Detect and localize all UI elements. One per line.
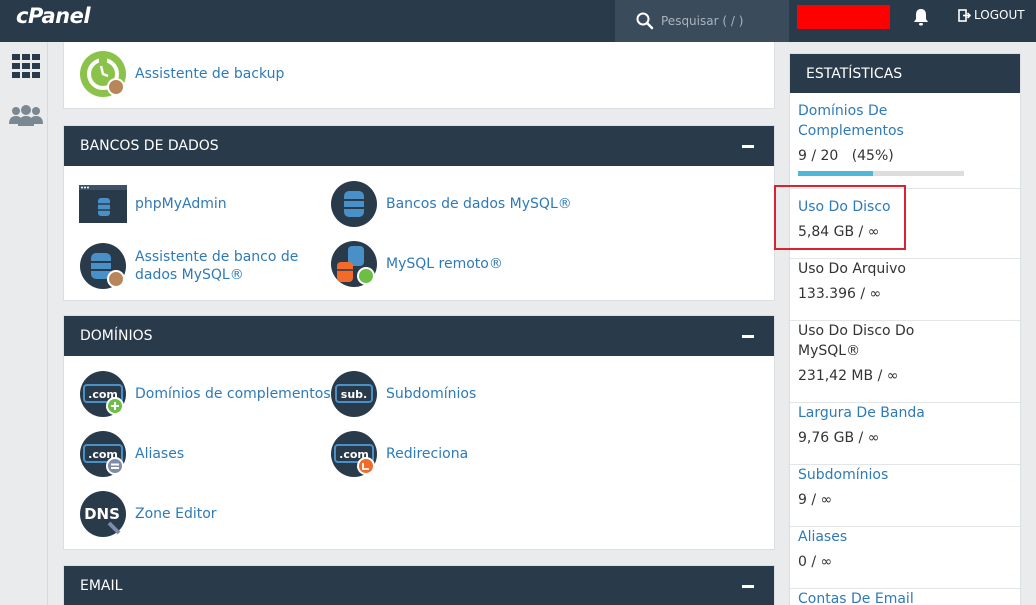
cpanel-logo[interactable]: cPanel <box>16 4 91 28</box>
stat-progress-bar <box>798 171 964 176</box>
aliases-icon: .com <box>80 431 126 477</box>
svg-text:DNS: DNS <box>84 505 120 523</box>
stat-name[interactable]: Largura De Banda <box>798 403 968 423</box>
search-input[interactable] <box>661 10 781 32</box>
redirects-icon: .com <box>331 431 377 477</box>
stat-progress-fill <box>798 171 873 176</box>
backup-wizard-icon <box>80 51 126 97</box>
zone-editor-icon: DNS <box>80 491 126 537</box>
section-header[interactable]: EMAIL <box>64 566 774 605</box>
tool-redirects[interactable]: .com Redireciona <box>330 430 468 478</box>
stat-name: Uso Do Disco Do MySQL® <box>798 323 915 359</box>
logout-label: LOGOUT <box>974 8 1025 22</box>
remote-mysql-icon <box>331 241 377 287</box>
section-title: EMAIL <box>80 578 123 594</box>
subdomains-icon: sub. <box>331 371 377 417</box>
phpmyadmin-icon <box>79 185 127 223</box>
mysql-databases-icon <box>331 181 377 227</box>
files-section-partial: Assistente de backup <box>63 42 775 109</box>
logout-icon <box>958 8 971 22</box>
top-navigation-bar: cPanel LOGOUT <box>0 0 1036 42</box>
stat-value: 9 / 20 (45%) <box>798 148 894 164</box>
tool-label: Redireciona <box>386 446 469 462</box>
tool-label: Bancos de dados MySQL® <box>386 196 572 212</box>
addon-domains-icon: .com <box>80 371 126 417</box>
mysql-wizard-icon <box>80 243 126 289</box>
stat-aliases: Aliases 0 / ∞ <box>790 527 1020 589</box>
section-header[interactable]: DOMÍNIOS <box>64 316 774 356</box>
stat-name: Uso Do Arquivo <box>798 261 906 277</box>
stat-bandwidth: Largura De Banda 9,76 GB / ∞ <box>790 403 1020 465</box>
stat-email-accounts: Contas De Email <box>790 589 1020 605</box>
stat-name[interactable]: Domínios De Complementos <box>798 101 968 141</box>
highlight-box <box>774 185 906 250</box>
section-title: BANCOS DE DADOS <box>80 138 219 154</box>
search-icon <box>636 12 654 30</box>
tool-label: phpMyAdmin <box>135 196 227 212</box>
section-header[interactable]: BANCOS DE DADOS <box>64 126 774 166</box>
databases-section: BANCOS DE DADOS phpMyAdmin Bancos de dad… <box>63 125 775 301</box>
tool-label: Zone Editor <box>135 506 217 522</box>
stat-value: 9 / ∞ <box>798 492 833 508</box>
stat-name[interactable]: Contas De Email <box>798 589 968 605</box>
tool-label: MySQL remoto® <box>386 256 503 272</box>
tool-zone-editor[interactable]: DNS Zone Editor <box>79 490 217 538</box>
collapse-minus-icon[interactable] <box>742 584 754 588</box>
collapse-minus-icon[interactable] <box>742 144 754 148</box>
stat-name[interactable]: Aliases <box>798 527 968 547</box>
tool-aliases[interactable]: .com Aliases <box>79 430 184 478</box>
tool-label: Assistente de banco de dados MySQL® <box>135 249 299 283</box>
tool-phpmyadmin[interactable]: phpMyAdmin <box>79 180 227 228</box>
tool-subdomains[interactable]: sub. Subdomínios <box>330 370 476 418</box>
tool-backup-wizard[interactable]: Assistente de backup <box>79 50 284 98</box>
tool-label: Aliases <box>135 446 185 462</box>
search-box[interactable] <box>615 0 789 42</box>
users-icon[interactable] <box>8 104 44 126</box>
email-section: EMAIL <box>63 565 775 605</box>
tool-mysql-databases[interactable]: Bancos de dados MySQL® <box>330 180 572 228</box>
statistics-header: ESTATÍSTICAS <box>790 54 1020 93</box>
stat-subdomains: Subdomínios 9 / ∞ <box>790 465 1020 527</box>
stat-mysql-disk-usage: Uso Do Disco Do MySQL® 231,42 MB / ∞ <box>790 321 1020 403</box>
tool-remote-mysql[interactable]: MySQL remoto® <box>330 240 503 288</box>
collapse-minus-icon[interactable] <box>742 334 754 338</box>
statistics-panel: ESTATÍSTICAS Domínios De Complementos 9 … <box>789 53 1021 605</box>
stat-file-usage: Uso Do Arquivo 133.396 / ∞ <box>790 259 1020 321</box>
stat-value: 133.396 / ∞ <box>798 286 882 302</box>
stat-addon-domains: Domínios De Complementos 9 / 20 (45%) <box>790 101 1020 189</box>
tool-label: Subdomínios <box>386 386 477 402</box>
tool-addon-domains[interactable]: .com Domínios de complementos <box>79 370 331 418</box>
notifications-bell-icon[interactable] <box>912 7 930 27</box>
stat-value: 231,42 MB / ∞ <box>798 368 899 384</box>
svg-text:sub.: sub. <box>341 388 367 401</box>
tool-label: Domínios de complementos <box>135 386 331 402</box>
stat-value: 9,76 GB / ∞ <box>798 430 880 446</box>
logout-button[interactable]: LOGOUT <box>958 8 1025 22</box>
tool-mysql-wizard[interactable]: Assistente de banco de dados MySQL® <box>79 242 335 290</box>
stat-value: 0 / ∞ <box>798 554 833 570</box>
section-title: DOMÍNIOS <box>80 328 153 344</box>
left-sidebar <box>0 42 48 605</box>
tool-label: Assistente de backup <box>135 66 285 82</box>
user-menu-redacted[interactable] <box>797 5 890 29</box>
stat-name[interactable]: Subdomínios <box>798 465 968 485</box>
domains-section: DOMÍNIOS .com Domínios de complementos s… <box>63 315 775 550</box>
tools-grid-icon[interactable] <box>12 54 40 78</box>
